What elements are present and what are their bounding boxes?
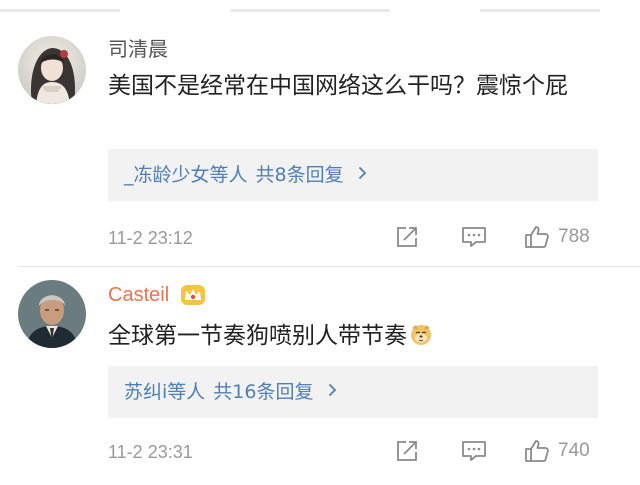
comment-time: 11-2 23:31 bbox=[108, 442, 193, 462]
top-bar-segment bbox=[230, 9, 390, 12]
comment-footer: 11-2 23:12 788 bbox=[0, 220, 640, 256]
chevron-right-icon bbox=[328, 383, 336, 397]
reply-users[interactable]: 苏纠i bbox=[124, 381, 167, 403]
top-scroll-bar bbox=[0, 0, 640, 14]
like-button[interactable]: 788 bbox=[524, 224, 590, 250]
comment-item: Casteil 全球第一节奏狗喷别人带节奏 苏纠i等人 共16条回复 11-2 2… bbox=[0, 270, 640, 480]
reply-users[interactable]: _冻龄少女 bbox=[124, 164, 210, 186]
username[interactable]: 司清晨 bbox=[108, 36, 168, 62]
thumbs-up-icon bbox=[525, 226, 549, 248]
reply-connector: 等人 bbox=[209, 164, 248, 186]
repost-button[interactable] bbox=[394, 438, 420, 468]
anime-woman-avatar-icon bbox=[18, 36, 86, 104]
top-bar-segment bbox=[0, 9, 120, 12]
repost-icon bbox=[397, 227, 417, 247]
comment-divider bbox=[18, 266, 640, 267]
comment-time: 11-2 23:12 bbox=[108, 228, 193, 248]
reply-summary[interactable]: _冻龄少女等人 共8条回复 bbox=[108, 149, 598, 201]
comment-icon bbox=[462, 441, 486, 461]
doge-emoji-icon bbox=[409, 321, 433, 357]
crown-icon bbox=[181, 285, 205, 305]
reply-count[interactable]: 共8条回复 bbox=[256, 164, 344, 186]
chevron-right-icon bbox=[358, 166, 366, 180]
reply-summary[interactable]: 苏纠i等人 共16条回复 bbox=[108, 366, 598, 418]
comment-text: 美国不是经常在中国网络这么干吗？震惊个屁 bbox=[108, 73, 568, 99]
thumbs-up-icon bbox=[525, 440, 549, 462]
like-button[interactable]: 740 bbox=[524, 438, 590, 464]
comment-text-content: 全球第一节奏狗喷别人带节奏 bbox=[108, 323, 407, 349]
comment-button[interactable] bbox=[460, 224, 488, 254]
reply-connector: 等人 bbox=[167, 381, 206, 403]
user-avatar[interactable] bbox=[18, 280, 86, 348]
repost-icon bbox=[397, 441, 417, 461]
man-portrait-avatar-icon bbox=[18, 280, 86, 348]
repost-button[interactable] bbox=[394, 224, 420, 254]
user-avatar[interactable] bbox=[18, 36, 86, 104]
like-count: 740 bbox=[558, 440, 590, 461]
reply-count[interactable]: 共16条回复 bbox=[213, 381, 313, 403]
top-bar-segment bbox=[480, 9, 600, 12]
comment-button[interactable] bbox=[460, 438, 488, 468]
comment-text: 全球第一节奏狗喷别人带节奏 bbox=[108, 318, 608, 357]
comment-footer: 11-2 23:31 740 bbox=[0, 434, 640, 470]
username[interactable]: Casteil bbox=[108, 282, 169, 308]
comment-icon bbox=[462, 227, 486, 247]
like-count: 788 bbox=[558, 226, 590, 247]
comment-item: 司清晨 美国不是经常在中国网络这么干吗？震惊个屁 _冻龄少女等人 共8条回复 11… bbox=[0, 28, 640, 266]
